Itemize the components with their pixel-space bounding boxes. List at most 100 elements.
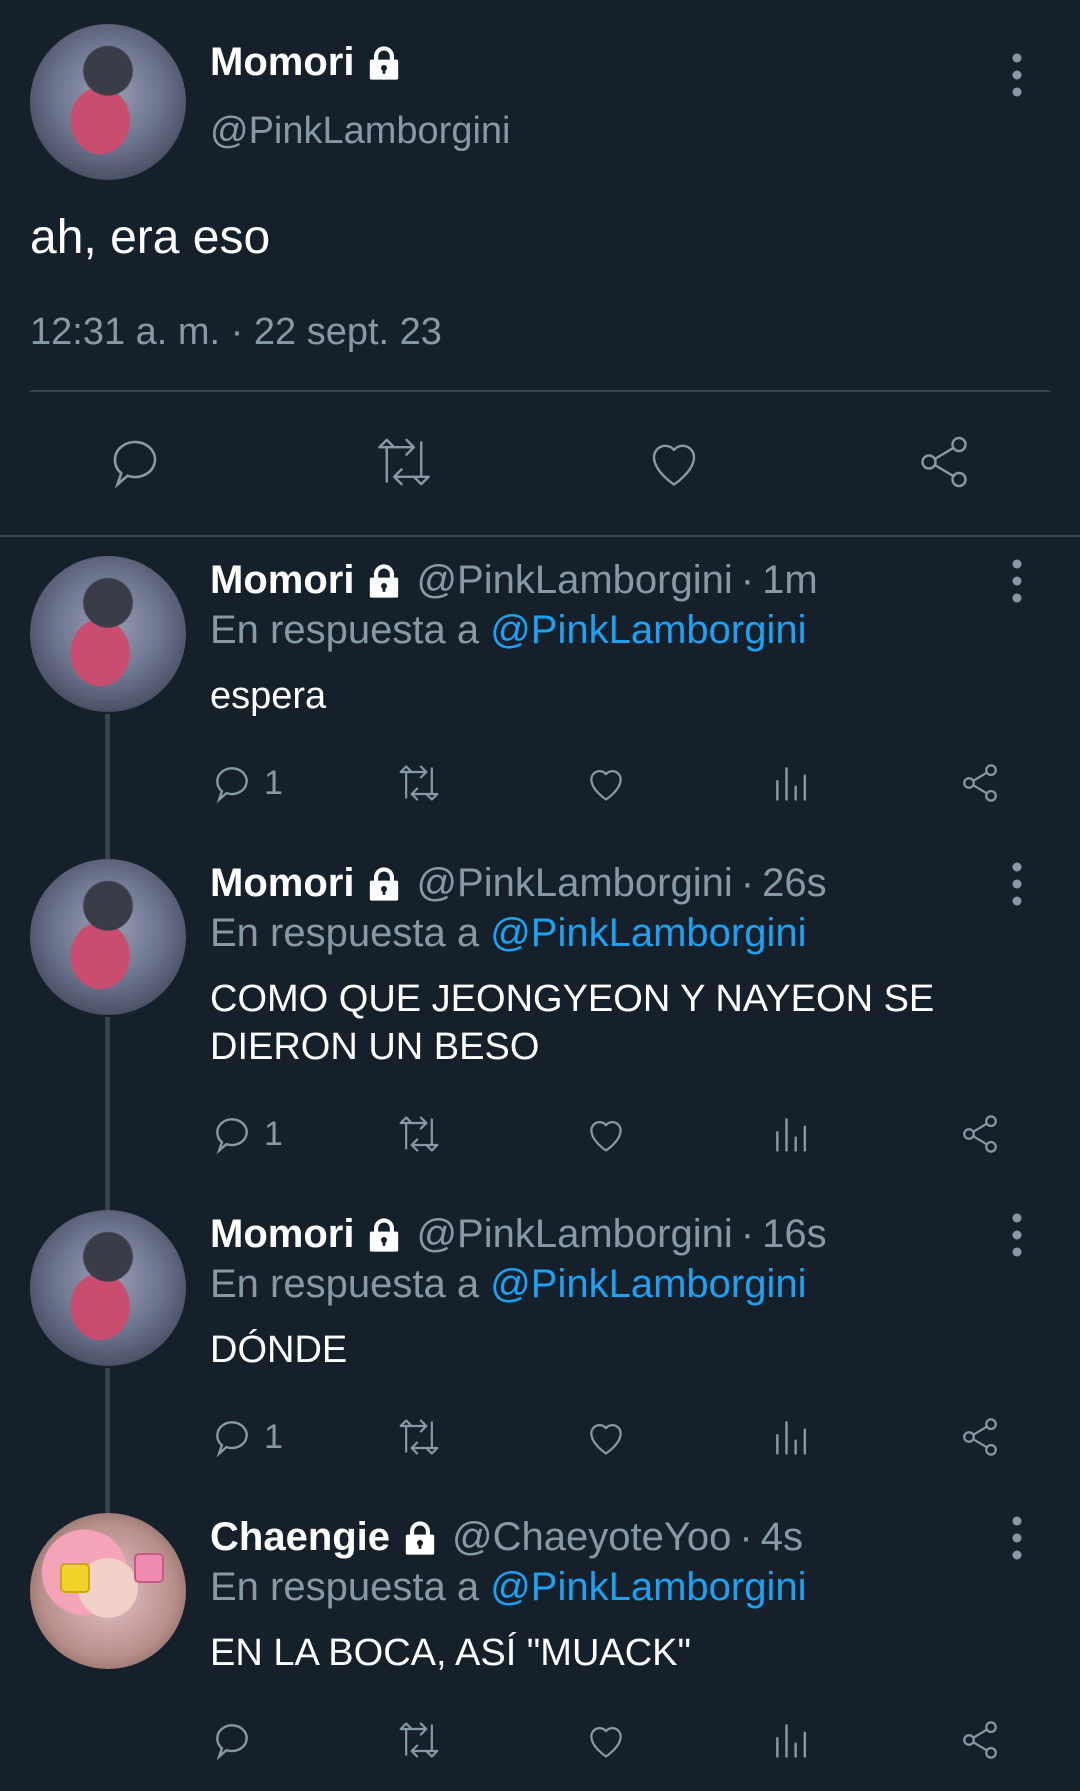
reply-tweet[interactable]: Momori @PinkLamborgini · 1m En respuesta…	[0, 556, 1080, 859]
reply-icon	[210, 1718, 254, 1762]
author-name[interactable]: Momori	[210, 1212, 354, 1257]
more-options-icon[interactable]	[1002, 50, 1032, 100]
separator: ·	[740, 1212, 755, 1256]
author-handle[interactable]: @PinkLamborgini	[210, 110, 511, 153]
like-button[interactable]	[584, 1412, 628, 1462]
retweet-icon[interactable]	[372, 432, 432, 492]
action-bar: 1	[210, 758, 1030, 808]
analytics-icon	[770, 1112, 814, 1156]
share-button[interactable]	[958, 1715, 1002, 1765]
tweet-text: DÓNDE	[210, 1329, 348, 1371]
tweet-time[interactable]: 16s	[762, 1212, 827, 1257]
lock-icon	[364, 561, 404, 601]
author-name[interactable]: Momori	[210, 40, 354, 85]
reply-tweet[interactable]: Momori @PinkLamborgini · 26s En respuest…	[0, 859, 1080, 1210]
share-button[interactable]	[958, 1109, 1002, 1159]
tweet-time[interactable]: 26s	[762, 861, 827, 906]
tweet-text: COMO QUE JEONGYEON Y NAYEON SE DIERON UN…	[210, 978, 935, 1068]
avatar[interactable]	[30, 1513, 186, 1669]
analytics-button[interactable]	[770, 1715, 814, 1765]
reply-button[interactable]: 1	[210, 1412, 283, 1462]
reply-context: En respuesta a @PinkLamborgini	[210, 911, 807, 956]
more-options-icon[interactable]	[1002, 859, 1032, 909]
analytics-icon	[770, 1718, 814, 1762]
analytics-icon	[770, 761, 814, 805]
reply-count: 1	[264, 1114, 283, 1153]
separator: ·	[740, 558, 755, 602]
mention-link[interactable]: @PinkLamborgini	[490, 1262, 806, 1306]
reply-icon	[210, 1415, 254, 1459]
like-icon[interactable]	[644, 432, 704, 492]
thread-line	[105, 1017, 110, 1210]
reply-button[interactable]: 1	[210, 1109, 283, 1159]
retweet-button[interactable]	[394, 1109, 444, 1159]
mention-link[interactable]: @PinkLamborgini	[490, 1565, 806, 1609]
retweet-button[interactable]	[394, 1715, 444, 1765]
share-button[interactable]	[958, 1412, 1002, 1462]
retweet-icon	[394, 761, 444, 805]
lock-icon	[364, 43, 404, 83]
analytics-button[interactable]	[770, 758, 814, 808]
tweet-time[interactable]: 1m	[762, 558, 818, 603]
reply-header: Momori @PinkLamborgini · 1m	[210, 558, 818, 603]
like-button[interactable]	[584, 758, 628, 808]
avatar[interactable]	[30, 859, 186, 1015]
reply-count: 1	[264, 1417, 283, 1456]
reply-tweet[interactable]: Chaengie @ChaeyoteYoo · 4s En respuesta …	[0, 1513, 1080, 1791]
thread-line	[105, 1368, 110, 1513]
like-button[interactable]	[584, 1715, 628, 1765]
author-handle[interactable]: @PinkLamborgini	[416, 558, 732, 603]
avatar[interactable]	[30, 556, 186, 712]
avatar[interactable]	[30, 1210, 186, 1366]
like-icon	[584, 1718, 628, 1762]
retweet-button[interactable]	[394, 758, 444, 808]
mention-link[interactable]: @PinkLamborgini	[490, 911, 806, 955]
lock-icon	[400, 1518, 440, 1558]
author-handle[interactable]: @PinkLamborgini	[416, 861, 732, 906]
retweet-button[interactable]	[394, 1412, 444, 1462]
reply-prefix: En respuesta a	[210, 911, 491, 955]
reply-icon[interactable]	[105, 432, 165, 492]
reply-tweet[interactable]: Momori @PinkLamborgini · 16s En respuest…	[0, 1210, 1080, 1513]
author-handle[interactable]: @PinkLamborgini	[416, 1212, 732, 1257]
separator: ·	[740, 861, 755, 905]
author-name-row: Momori	[210, 40, 404, 85]
reply-header: Momori @PinkLamborgini · 26s	[210, 861, 827, 906]
author-name[interactable]: Momori	[210, 558, 354, 603]
reply-button[interactable]	[210, 1715, 264, 1765]
more-options-icon[interactable]	[1002, 556, 1032, 606]
reply-context: En respuesta a @PinkLamborgini	[210, 1565, 807, 1610]
mention-link[interactable]: @PinkLamborgini	[490, 608, 806, 652]
tweet-timestamp[interactable]: 12:31 a. m. · 22 sept. 23	[30, 311, 442, 354]
like-button[interactable]	[584, 1109, 628, 1159]
reply-button[interactable]: 1	[210, 758, 283, 808]
analytics-button[interactable]	[770, 1109, 814, 1159]
analytics-button[interactable]	[770, 1412, 814, 1462]
more-options-icon[interactable]	[1002, 1210, 1032, 1260]
analytics-icon	[770, 1415, 814, 1459]
action-bar: 1	[210, 1109, 1030, 1159]
author-name[interactable]: Momori	[210, 861, 354, 906]
retweet-icon	[394, 1415, 444, 1459]
share-icon	[958, 761, 1002, 805]
tweet-text: EN LA BOCA, ASÍ "MUACK"	[210, 1632, 692, 1674]
more-options-icon[interactable]	[1002, 1513, 1032, 1563]
author-handle[interactable]: @ChaeyoteYoo	[452, 1515, 731, 1560]
main-tweet: Momori @PinkLamborgini ah, era eso 12:31…	[0, 0, 1080, 537]
share-icon	[958, 1112, 1002, 1156]
lock-icon	[364, 864, 404, 904]
reply-context: En respuesta a @PinkLamborgini	[210, 1262, 807, 1307]
avatar[interactable]	[30, 24, 186, 180]
like-icon	[584, 761, 628, 805]
share-button[interactable]	[958, 758, 1002, 808]
reply-header: Chaengie @ChaeyoteYoo · 4s	[210, 1515, 803, 1560]
lock-icon	[364, 1215, 404, 1255]
reply-prefix: En respuesta a	[210, 608, 491, 652]
reply-header: Momori @PinkLamborgini · 16s	[210, 1212, 827, 1257]
author-name[interactable]: Chaengie	[210, 1515, 390, 1560]
share-icon[interactable]	[914, 432, 974, 492]
share-icon	[958, 1718, 1002, 1762]
tweet-time[interactable]: 4s	[761, 1515, 803, 1560]
tweet-text: espera	[210, 675, 327, 717]
like-icon	[584, 1112, 628, 1156]
